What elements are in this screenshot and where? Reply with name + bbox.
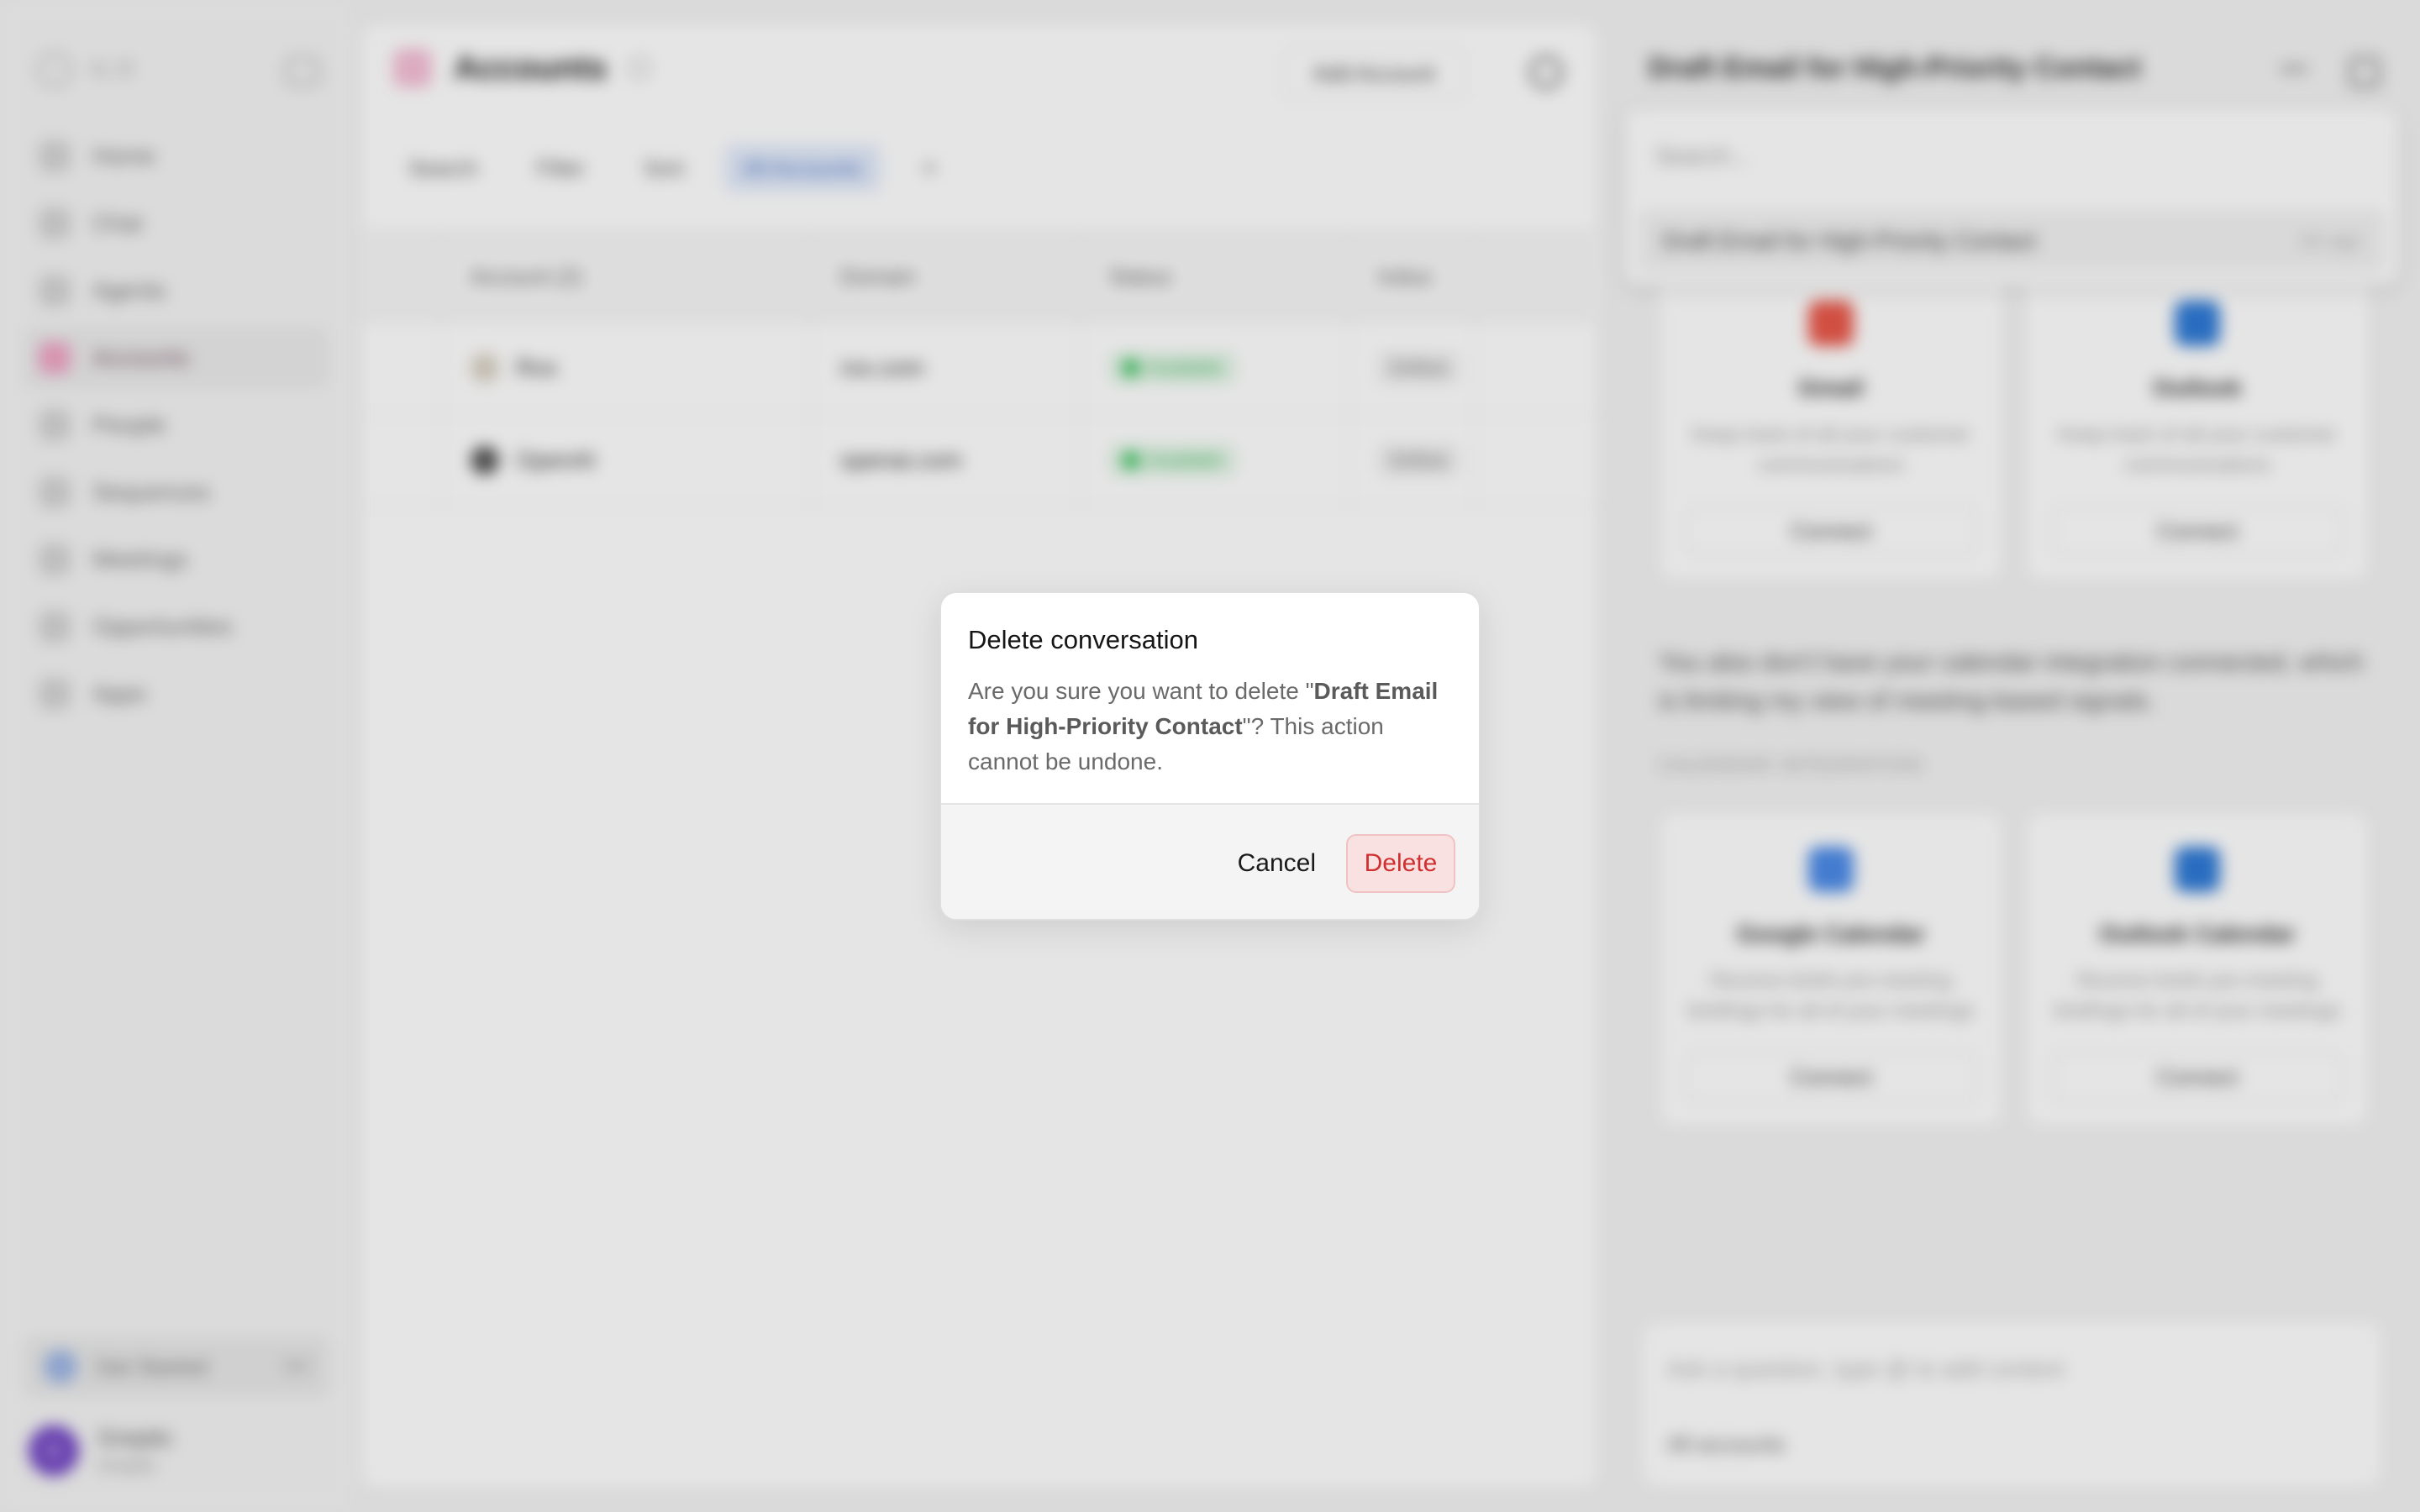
dialog-footer: Cancel Delete [941, 803, 1479, 919]
dialog-body: Delete conversation Are you sure you wan… [941, 593, 1479, 803]
delete-button[interactable]: Delete [1346, 834, 1455, 893]
cancel-button[interactable]: Cancel [1238, 849, 1316, 878]
delete-conversation-dialog: Delete conversation Are you sure you wan… [939, 591, 1481, 921]
dialog-title: Delete conversation [968, 625, 1198, 654]
dialog-message: Are you sure you want to delete "Draft E… [968, 674, 1452, 780]
dialog-message-prefix: Are you sure you want to delete " [968, 678, 1314, 704]
